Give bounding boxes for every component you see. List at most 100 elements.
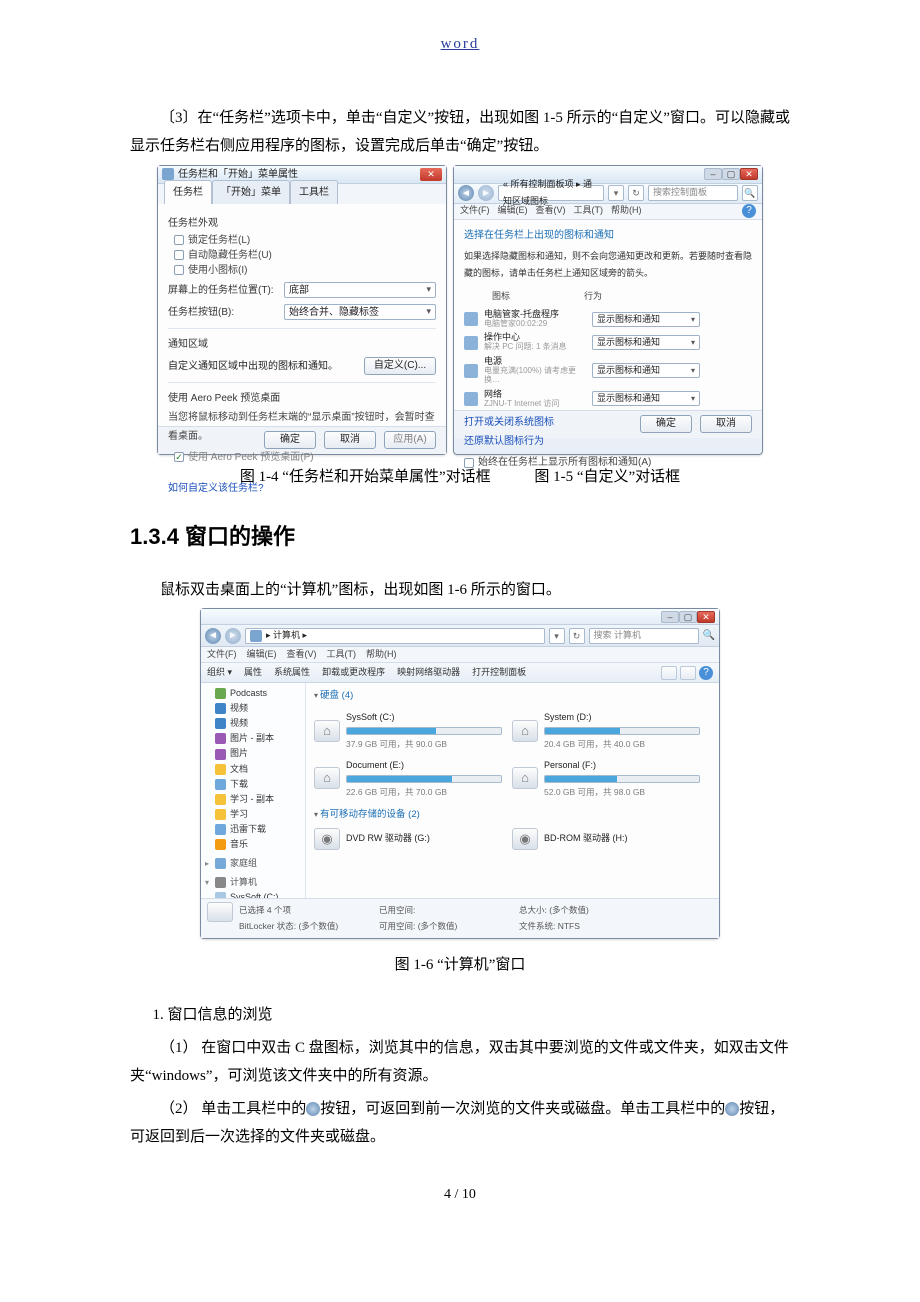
back-button[interactable]: ◄ xyxy=(205,628,221,644)
menu-view[interactable]: 查看(V) xyxy=(536,202,566,219)
folder-icon xyxy=(215,764,226,775)
behavior-select[interactable]: 显示图标和通知▾ xyxy=(592,335,700,350)
close-button[interactable]: ✕ xyxy=(697,611,715,623)
help-icon[interactable]: ? xyxy=(699,666,713,680)
behavior-select[interactable]: 显示图标和通知▾ xyxy=(592,312,700,327)
sidebar-item[interactable]: 图片 - 副本 xyxy=(201,731,305,746)
sidebar-item[interactable]: 下载 xyxy=(201,777,305,792)
link-restore-default[interactable]: 还原默认图标行为 xyxy=(464,436,544,447)
cmd-uninstall[interactable]: 卸载或更改程序 xyxy=(322,664,385,681)
close-button[interactable]: ✕ xyxy=(740,168,758,180)
preview-pane-button[interactable] xyxy=(680,666,696,680)
checkbox-aeropeek[interactable] xyxy=(174,452,184,462)
menu-bar: 文件(F) 编辑(E) 查看(V) 工具(T) 帮助(H) xyxy=(201,647,719,663)
sidebar-item[interactable]: 学习 xyxy=(201,807,305,822)
menu-tools[interactable]: 工具(T) xyxy=(327,646,357,663)
breadcrumb: ▸ 计算机 ▸ xyxy=(266,627,307,644)
apply-button[interactable]: 应用(A) xyxy=(384,431,436,449)
group-removable[interactable]: ▾有可移动存储的设备 (2) xyxy=(314,806,711,824)
menu-help[interactable]: 帮助(H) xyxy=(366,646,397,663)
drives-grid: ⌂SysSoft (C:)37.9 GB 可用，共 90.0 GB⌂System… xyxy=(314,709,711,799)
drive-item[interactable]: ⌂Document (E:)22.6 GB 可用，共 70.0 GB xyxy=(314,757,502,800)
forward-button[interactable]: ► xyxy=(478,185,494,201)
cancel-button[interactable]: 取消 xyxy=(700,415,752,433)
drive-item[interactable]: ⌂SysSoft (C:)37.9 GB 可用，共 90.0 GB xyxy=(314,709,502,752)
list-item-2: （2） 单击工具栏中的◄按钮，可返回到前一次浏览的文件夹或磁盘。单击工具栏中的►… xyxy=(130,1095,790,1152)
addr-dropdown[interactable]: ▾ xyxy=(549,628,565,644)
cmd-properties[interactable]: 属性 xyxy=(244,664,262,681)
cmd-controlpanel[interactable]: 打开控制面板 xyxy=(472,664,526,681)
disc-icon: ◉ xyxy=(512,828,538,850)
menu-help[interactable]: 帮助(H) xyxy=(611,202,642,219)
menu-edit[interactable]: 编辑(E) xyxy=(498,202,528,219)
sidebar-item[interactable]: 音乐 xyxy=(201,837,305,852)
minimize-button[interactable]: – xyxy=(661,611,679,623)
select-buttons[interactable]: 始终合并、隐藏标签▾ xyxy=(284,304,436,320)
back-button[interactable]: ◄ xyxy=(458,185,474,201)
menu-file[interactable]: 文件(F) xyxy=(207,646,237,663)
minimize-button[interactable]: – xyxy=(704,168,722,180)
titlebar: – ▢ ✕ xyxy=(454,166,762,184)
sidebar-item[interactable]: 视频 xyxy=(201,716,305,731)
address-field[interactable]: ▸ 计算机 ▸ xyxy=(245,628,545,644)
view-mode-button[interactable] xyxy=(661,666,677,680)
caption-fig-1-5: 图 1-5 “自定义”对话框 xyxy=(534,463,680,492)
select-position[interactable]: 底部▾ xyxy=(284,282,436,298)
menu-file[interactable]: 文件(F) xyxy=(460,202,490,219)
search-input[interactable]: 搜索控制面板 xyxy=(648,185,738,201)
checkbox-lock[interactable] xyxy=(174,235,184,245)
menu-tools[interactable]: 工具(T) xyxy=(574,202,604,219)
explorer-computer-window: – ▢ ✕ ◄ ► ▸ 计算机 ▸ ▾ ↻ 搜索 计算机 🔍 文件(F) 编辑 xyxy=(200,608,720,938)
checkbox-smallicons[interactable] xyxy=(174,265,184,275)
sidebar-item[interactable]: 学习 - 副本 xyxy=(201,792,305,807)
tab-taskbar[interactable]: 任务栏 xyxy=(164,180,212,204)
ok-button[interactable]: 确定 xyxy=(640,415,692,433)
status-drive-icon xyxy=(207,902,233,922)
search-icon[interactable]: 🔍 xyxy=(742,185,758,201)
group-hard-disks[interactable]: ▾硬盘 (4) xyxy=(314,687,711,705)
menu-edit[interactable]: 编辑(E) xyxy=(247,646,277,663)
close-button[interactable]: ✕ xyxy=(420,168,442,181)
link-system-icons[interactable]: 打开或关闭系统图标 xyxy=(464,417,554,428)
removable-drive-item[interactable]: ◉DVD RW 驱动器 (G:) xyxy=(314,828,502,850)
cmd-mapdrive[interactable]: 映射网络驱动器 xyxy=(397,664,460,681)
forward-button[interactable]: ► xyxy=(225,628,241,644)
maximize-button[interactable]: ▢ xyxy=(722,168,740,180)
search-icon[interactable]: 🔍 xyxy=(703,626,715,645)
group-label: 有可移动存储的设备 (2) xyxy=(320,809,420,820)
sidebar-homegroup[interactable]: ▸家庭组 xyxy=(201,856,305,871)
drive-item[interactable]: ⌂Personal (F:)52.0 GB 可用，共 98.0 GB xyxy=(512,757,700,800)
sidebar-drive-c[interactable]: SysSoft (C:) xyxy=(201,890,305,898)
cmd-sysprops[interactable]: 系统属性 xyxy=(274,664,310,681)
sidebar-item[interactable]: 迅雷下载 xyxy=(201,822,305,837)
removable-drive-item[interactable]: ◉BD-ROM 驱动器 (H:) xyxy=(512,828,700,850)
status-used: 已用空间: xyxy=(379,902,499,918)
sidebar-item[interactable]: 图片 xyxy=(201,746,305,761)
cmd-organize[interactable]: 组织 ▾ xyxy=(207,664,232,681)
refresh-button[interactable]: ↻ xyxy=(569,628,585,644)
document-header-link: word xyxy=(130,30,790,59)
help-icon[interactable]: ? xyxy=(742,204,756,218)
sidebar-computer[interactable]: ▾计算机 xyxy=(201,875,305,890)
refresh-button[interactable]: ▾ xyxy=(608,185,624,201)
refresh-icon[interactable]: ↻ xyxy=(628,185,644,201)
cancel-button[interactable]: 取消 xyxy=(324,431,376,449)
sidebar-item[interactable]: 文档 xyxy=(201,762,305,777)
behavior-select[interactable]: 显示图标和通知▾ xyxy=(592,391,700,406)
sidebar-item[interactable]: Podcasts xyxy=(201,686,305,701)
ok-button[interactable]: 确定 xyxy=(264,431,316,449)
tab-toolbars[interactable]: 工具栏 xyxy=(290,180,338,204)
customize-button[interactable]: 自定义(C)... xyxy=(364,357,436,375)
maximize-button[interactable]: ▢ xyxy=(679,611,697,623)
behavior-select[interactable]: 显示图标和通知▾ xyxy=(592,363,700,378)
list-heading: 1. 窗口信息的浏览 xyxy=(130,1001,790,1030)
menu-view[interactable]: 查看(V) xyxy=(287,646,317,663)
checkbox-autohide[interactable] xyxy=(174,250,184,260)
drive-item[interactable]: ⌂System (D:)20.4 GB 可用，共 40.0 GB xyxy=(512,709,700,752)
sidebar-item[interactable]: 视频 xyxy=(201,701,305,716)
tab-startmenu[interactable]: 「开始」菜单 xyxy=(212,180,290,204)
address-field[interactable]: « 所有控制面板项 ▸ 通知区域图标 xyxy=(498,185,604,201)
notification-row: 网络ZJNU-T Internet 访问显示图标和通知▾ xyxy=(464,390,752,409)
dialog-body: 选择在任务栏上出现的图标和通知 如果选择隐藏图标和通知，则不会向您通知更改和更新… xyxy=(454,220,762,410)
search-input[interactable]: 搜索 计算机 xyxy=(589,628,699,644)
